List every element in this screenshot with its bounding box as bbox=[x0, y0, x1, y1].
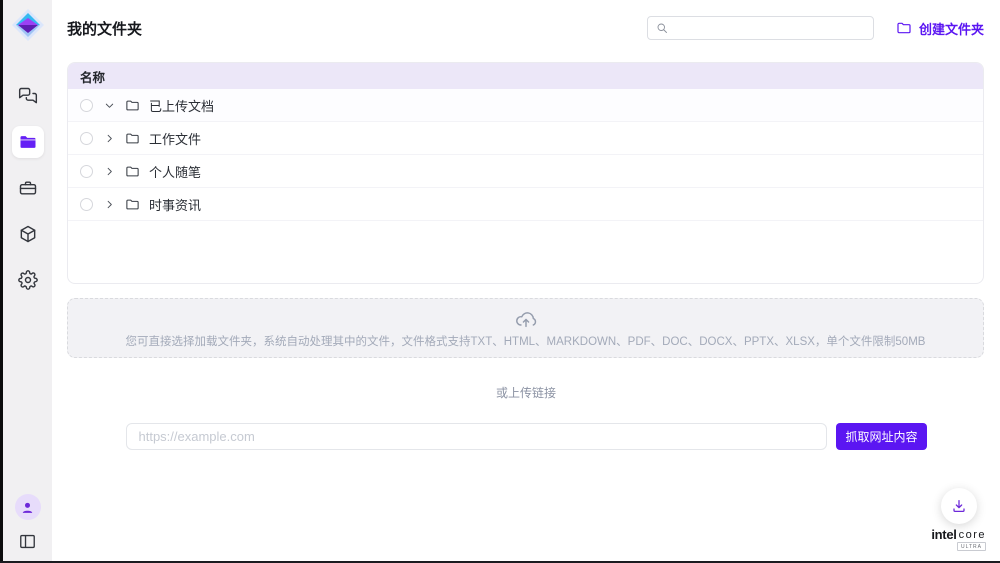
user-avatar-icon bbox=[20, 500, 35, 515]
create-folder-button[interactable]: 创建文件夹 bbox=[896, 19, 984, 38]
folder-name: 工作文件 bbox=[149, 129, 201, 148]
briefcase-icon bbox=[18, 178, 38, 198]
sidebar-nav bbox=[12, 80, 44, 296]
cube-icon bbox=[18, 224, 38, 244]
download-icon bbox=[951, 498, 967, 514]
window-left-edge bbox=[0, 0, 3, 563]
row-checkbox[interactable] bbox=[80, 198, 93, 211]
folder-table: 名称 已上传文档 工作文件 bbox=[67, 62, 984, 284]
intel-tier-badge: ultra bbox=[957, 542, 986, 551]
folder-row[interactable]: 已上传文档 bbox=[68, 89, 983, 122]
chevron-right-icon[interactable] bbox=[102, 164, 116, 178]
row-checkbox[interactable] bbox=[80, 132, 93, 145]
sidebar-item-folders[interactable] bbox=[12, 126, 44, 158]
cloud-upload-icon bbox=[515, 308, 537, 330]
page-title: 我的文件夹 bbox=[67, 18, 142, 39]
search-box[interactable] bbox=[647, 16, 874, 40]
gear-icon bbox=[18, 270, 38, 290]
row-checkbox[interactable] bbox=[80, 99, 93, 112]
corner-widgets: intel core ultra bbox=[931, 488, 986, 551]
collapse-sidebar-button[interactable] bbox=[18, 532, 37, 551]
folder-icon bbox=[125, 197, 140, 212]
search-icon bbox=[656, 22, 668, 34]
sidebar-item-workspace[interactable] bbox=[12, 172, 44, 204]
url-input[interactable] bbox=[126, 423, 828, 450]
chevron-right-icon[interactable] bbox=[102, 197, 116, 211]
main-content: 我的文件夹 创建文件夹 名称 已上传文档 bbox=[52, 0, 1000, 561]
chevron-down-icon[interactable] bbox=[102, 98, 116, 112]
folder-icon bbox=[18, 132, 38, 152]
sidebar-panel-icon bbox=[18, 532, 37, 551]
app-logo-icon bbox=[11, 8, 45, 42]
chevron-right-icon[interactable] bbox=[102, 131, 116, 145]
folder-icon bbox=[125, 164, 140, 179]
create-folder-label: 创建文件夹 bbox=[919, 19, 984, 38]
sidebar-item-chat[interactable] bbox=[12, 80, 44, 112]
row-checkbox[interactable] bbox=[80, 165, 93, 178]
table-header-row: 名称 bbox=[68, 63, 983, 89]
topbar: 我的文件夹 创建文件夹 bbox=[52, 0, 1000, 56]
download-button[interactable] bbox=[941, 488, 977, 524]
folder-row[interactable]: 工作文件 bbox=[68, 122, 983, 155]
folder-name: 已上传文档 bbox=[149, 96, 214, 115]
url-upload-row: 抓取网址内容 bbox=[126, 423, 927, 450]
folder-row[interactable]: 时事资讯 bbox=[68, 188, 983, 221]
sidebar bbox=[3, 0, 52, 561]
upload-dropzone[interactable]: 您可直接选择加载文件夹，系统自动处理其中的文件，文件格式支持TXT、HTML、M… bbox=[67, 298, 984, 358]
name-column-header: 名称 bbox=[80, 67, 105, 86]
folder-name: 个人随笔 bbox=[149, 162, 201, 181]
sidebar-item-models[interactable] bbox=[12, 218, 44, 250]
intel-core-logo: intel core ultra bbox=[931, 528, 986, 551]
folder-row[interactable]: 个人随笔 bbox=[68, 155, 983, 188]
or-upload-link-label: 或上传链接 bbox=[52, 384, 1000, 401]
folder-name: 时事资讯 bbox=[149, 195, 201, 214]
upload-hint-text: 您可直接选择加载文件夹，系统自动处理其中的文件，文件格式支持TXT、HTML、M… bbox=[126, 333, 926, 349]
intel-series-text: core bbox=[959, 530, 986, 541]
folder-icon bbox=[125, 98, 140, 113]
sidebar-item-settings[interactable] bbox=[12, 264, 44, 296]
folder-icon bbox=[125, 131, 140, 146]
chat-bubbles-icon bbox=[18, 86, 38, 106]
folder-plus-icon bbox=[896, 20, 912, 36]
intel-brand-text: intel bbox=[931, 528, 956, 541]
account-avatar[interactable] bbox=[15, 494, 41, 520]
search-input[interactable] bbox=[674, 21, 865, 35]
fetch-url-button[interactable]: 抓取网址内容 bbox=[836, 423, 926, 450]
